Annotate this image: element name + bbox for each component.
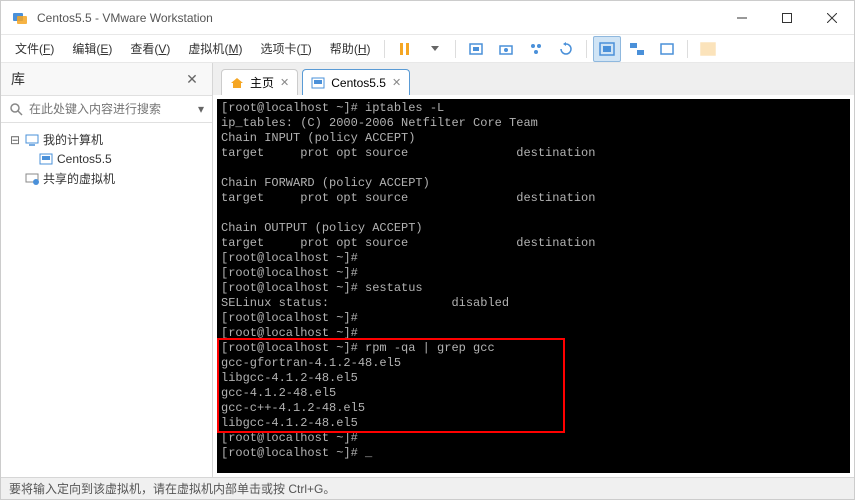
vm-icon: [39, 153, 53, 165]
menu-edit[interactable]: 编辑(E): [64, 36, 120, 61]
terminal-view[interactable]: [root@localhost ~]# iptables -L ip_table…: [217, 99, 850, 473]
shared-icon: [25, 173, 39, 185]
toolbar-separator: [455, 40, 456, 58]
menu-vm[interactable]: 虚拟机(M): [180, 36, 250, 61]
close-window-button[interactable]: [809, 3, 854, 33]
search-row: ▾: [1, 96, 212, 123]
menu-view[interactable]: 查看(V): [122, 36, 178, 61]
vmware-app-icon: [11, 9, 29, 27]
tab-centos[interactable]: Centos5.5 ✕: [302, 69, 410, 95]
window-title: Centos5.5 - VMware Workstation: [37, 11, 719, 25]
toolbar-separator: [586, 40, 587, 58]
library-tree: ⊟ 我的计算机 Centos5.5 共享的虚拟机: [1, 123, 212, 477]
tab-close-icon[interactable]: ✕: [280, 76, 289, 89]
home-icon: [230, 76, 244, 90]
content-area: 主页 ✕ Centos5.5 ✕ [root@localhost ~]# ipt…: [213, 63, 854, 477]
tab-row: 主页 ✕ Centos5.5 ✕: [213, 63, 854, 95]
menu-file[interactable]: 文件(F): [7, 36, 62, 61]
tree-label: 我的计算机: [43, 131, 103, 148]
snapshot-manager-icon[interactable]: [522, 36, 550, 62]
power-dropdown-icon[interactable]: [421, 36, 449, 62]
send-ctrl-alt-del-icon[interactable]: [462, 36, 490, 62]
sidebar-header: 库 ✕: [1, 63, 212, 96]
fit-guest-icon[interactable]: [593, 36, 621, 62]
search-icon: [9, 102, 23, 116]
menu-bar: 文件(F) 编辑(E) 查看(V) 虚拟机(M) 选项卡(T) 帮助(H): [1, 35, 854, 63]
maximize-button[interactable]: [764, 3, 809, 33]
sidebar-close-icon[interactable]: ✕: [182, 69, 202, 89]
snapshot-icon[interactable]: [492, 36, 520, 62]
tree-node-shared[interactable]: 共享的虚拟机: [5, 168, 208, 189]
tree-node-my-computer[interactable]: ⊟ 我的计算机: [5, 129, 208, 150]
tab-home[interactable]: 主页 ✕: [221, 69, 298, 95]
tab-label: 主页: [250, 74, 274, 91]
toolbar-separator: [687, 40, 688, 58]
search-dropdown-icon[interactable]: ▾: [198, 102, 204, 116]
tab-label: Centos5.5: [331, 76, 386, 90]
fullscreen-icon[interactable]: [694, 36, 722, 62]
highlight-box: [217, 338, 565, 433]
status-bar: 要将输入定向到该虚拟机，请在虚拟机内部单击或按 Ctrl+G。: [1, 477, 854, 499]
tab-close-icon[interactable]: ✕: [392, 76, 401, 89]
library-sidebar: 库 ✕ ▾ ⊟ 我的计算机 Centos5.5 共享的虚拟机: [1, 63, 213, 477]
expander-icon[interactable]: ⊟: [9, 133, 21, 147]
vm-tab-icon: [311, 76, 325, 90]
toolbar-separator: [384, 40, 385, 58]
computer-icon: [25, 134, 39, 146]
unity-mode-icon[interactable]: [623, 36, 651, 62]
revert-snapshot-icon[interactable]: [552, 36, 580, 62]
console-view-icon[interactable]: [653, 36, 681, 62]
search-input[interactable]: [29, 102, 192, 116]
sidebar-title: 库: [11, 69, 25, 89]
menu-tabs[interactable]: 选项卡(T): [252, 36, 319, 61]
tree-label: 共享的虚拟机: [43, 170, 115, 187]
status-text: 要将输入定向到该虚拟机，请在虚拟机内部单击或按 Ctrl+G。: [9, 480, 335, 497]
minimize-button[interactable]: [719, 3, 764, 33]
main-area: 库 ✕ ▾ ⊟ 我的计算机 Centos5.5 共享的虚拟机: [1, 63, 854, 477]
menu-help[interactable]: 帮助(H): [322, 36, 379, 61]
tree-node-centos[interactable]: Centos5.5: [5, 150, 208, 168]
pause-button[interactable]: [391, 36, 419, 62]
tree-label: Centos5.5: [57, 152, 112, 166]
terminal-container: [root@localhost ~]# iptables -L ip_table…: [213, 95, 854, 477]
title-bar: Centos5.5 - VMware Workstation: [1, 1, 854, 35]
